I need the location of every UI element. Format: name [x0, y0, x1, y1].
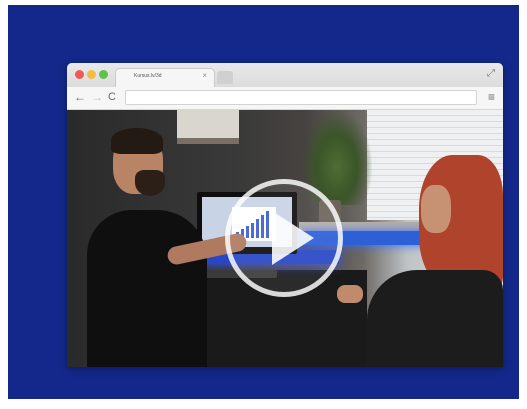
- close-window-button[interactable]: [75, 70, 84, 79]
- new-tab-button[interactable]: [217, 71, 233, 84]
- address-bar[interactable]: [125, 90, 477, 105]
- play-icon: [272, 211, 314, 265]
- tab-bar: Kursus.lv/3d × ⤢: [67, 63, 503, 87]
- woman-figure: [367, 270, 503, 367]
- woman-face: [421, 185, 451, 233]
- fullscreen-icon[interactable]: ⤢: [487, 68, 495, 79]
- wall-cabinet: [177, 110, 239, 144]
- maximize-window-button[interactable]: [99, 70, 108, 79]
- browser-tab[interactable]: Kursus.lv/3d ×: [115, 68, 215, 87]
- background-panel: Kursus.lv/3d × ⤢ ← → C ≡: [8, 5, 519, 399]
- tab-close-icon[interactable]: ×: [202, 71, 207, 80]
- browser-window: Kursus.lv/3d × ⤢ ← → C ≡: [67, 63, 503, 367]
- man-figure: [87, 210, 207, 367]
- minimize-window-button[interactable]: [87, 70, 96, 79]
- man-hair-top: [111, 128, 163, 154]
- man-beard: [135, 170, 165, 196]
- tab-title: Kursus.lv/3d: [134, 73, 162, 79]
- browser-toolbar: ← → C ≡: [67, 87, 503, 110]
- reload-icon[interactable]: C: [108, 90, 116, 104]
- back-icon[interactable]: ←: [74, 90, 86, 104]
- woman-hand: [337, 285, 363, 303]
- video-player[interactable]: [67, 110, 503, 367]
- forward-icon[interactable]: →: [91, 90, 103, 104]
- play-button[interactable]: [225, 179, 343, 297]
- menu-icon[interactable]: ≡: [488, 90, 495, 104]
